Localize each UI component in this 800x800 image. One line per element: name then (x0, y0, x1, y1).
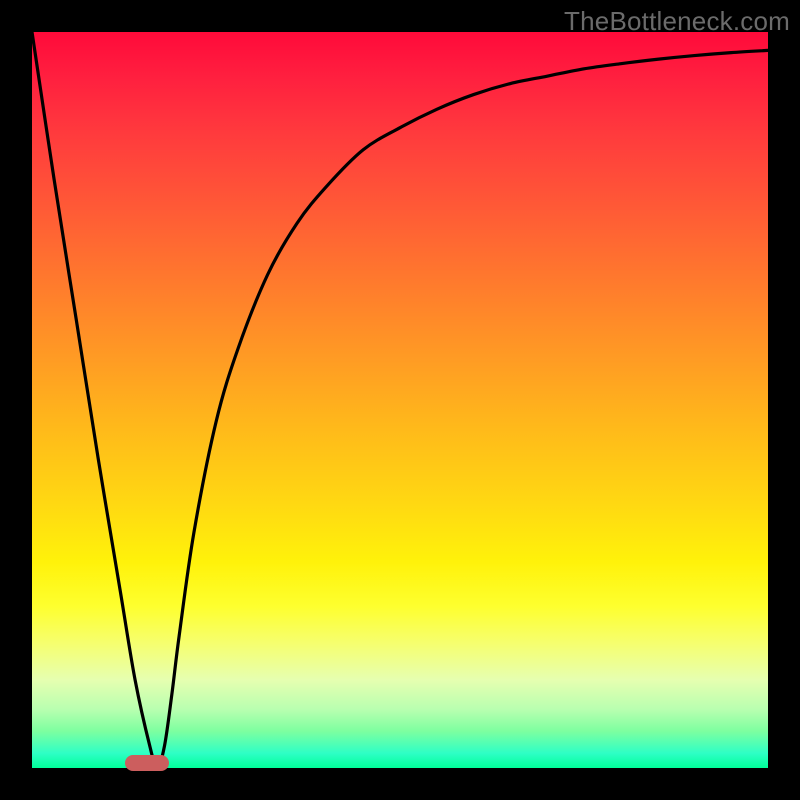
watermark-text: TheBottleneck.com (564, 6, 790, 37)
curve-layer (32, 32, 768, 768)
plot-area (32, 32, 768, 768)
chart-frame: TheBottleneck.com (0, 0, 800, 800)
optimal-point-marker (125, 755, 169, 771)
bottleneck-curve (32, 32, 768, 768)
